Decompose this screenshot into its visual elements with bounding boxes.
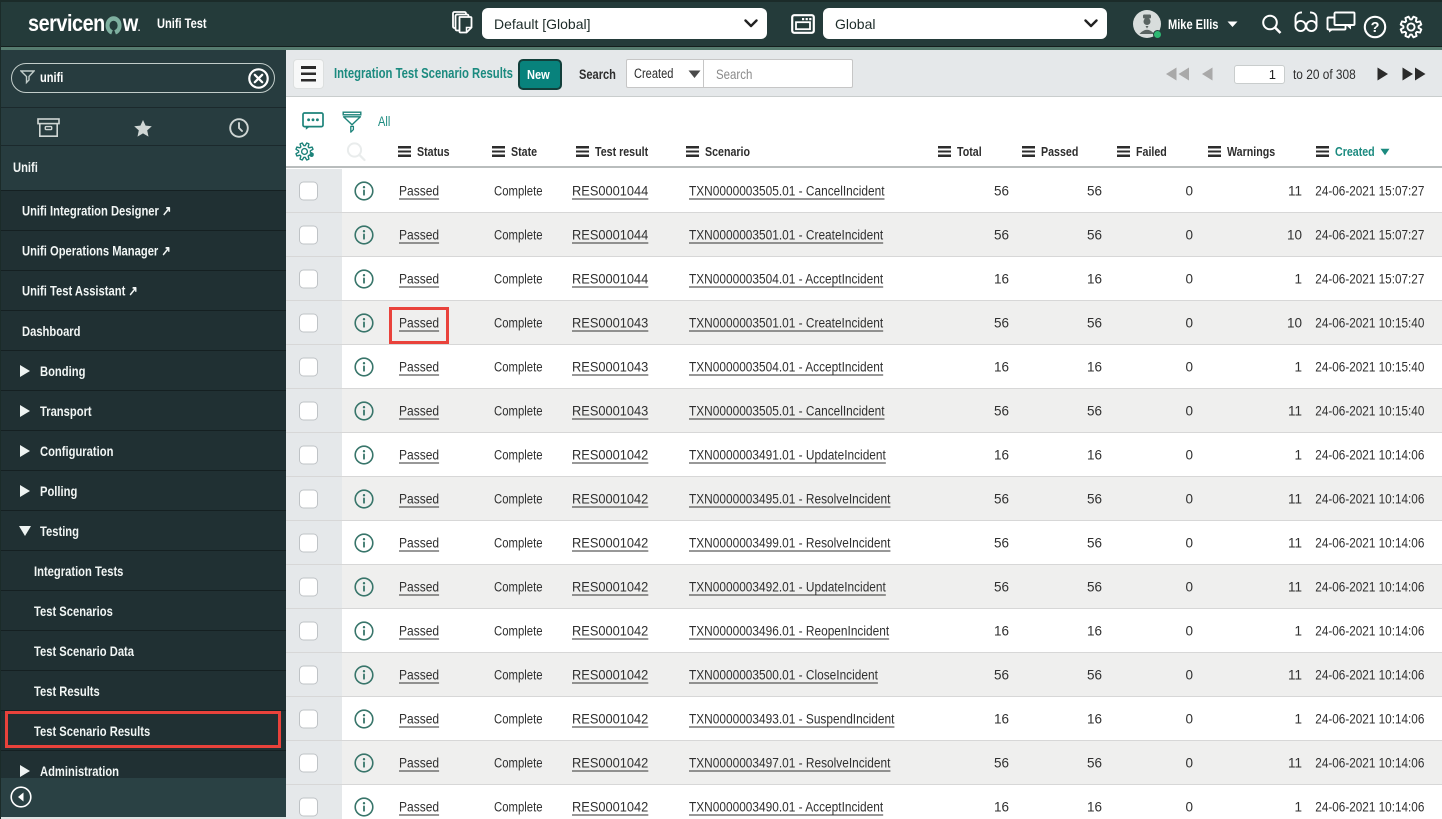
svg-text:?: ?: [1371, 20, 1380, 36]
